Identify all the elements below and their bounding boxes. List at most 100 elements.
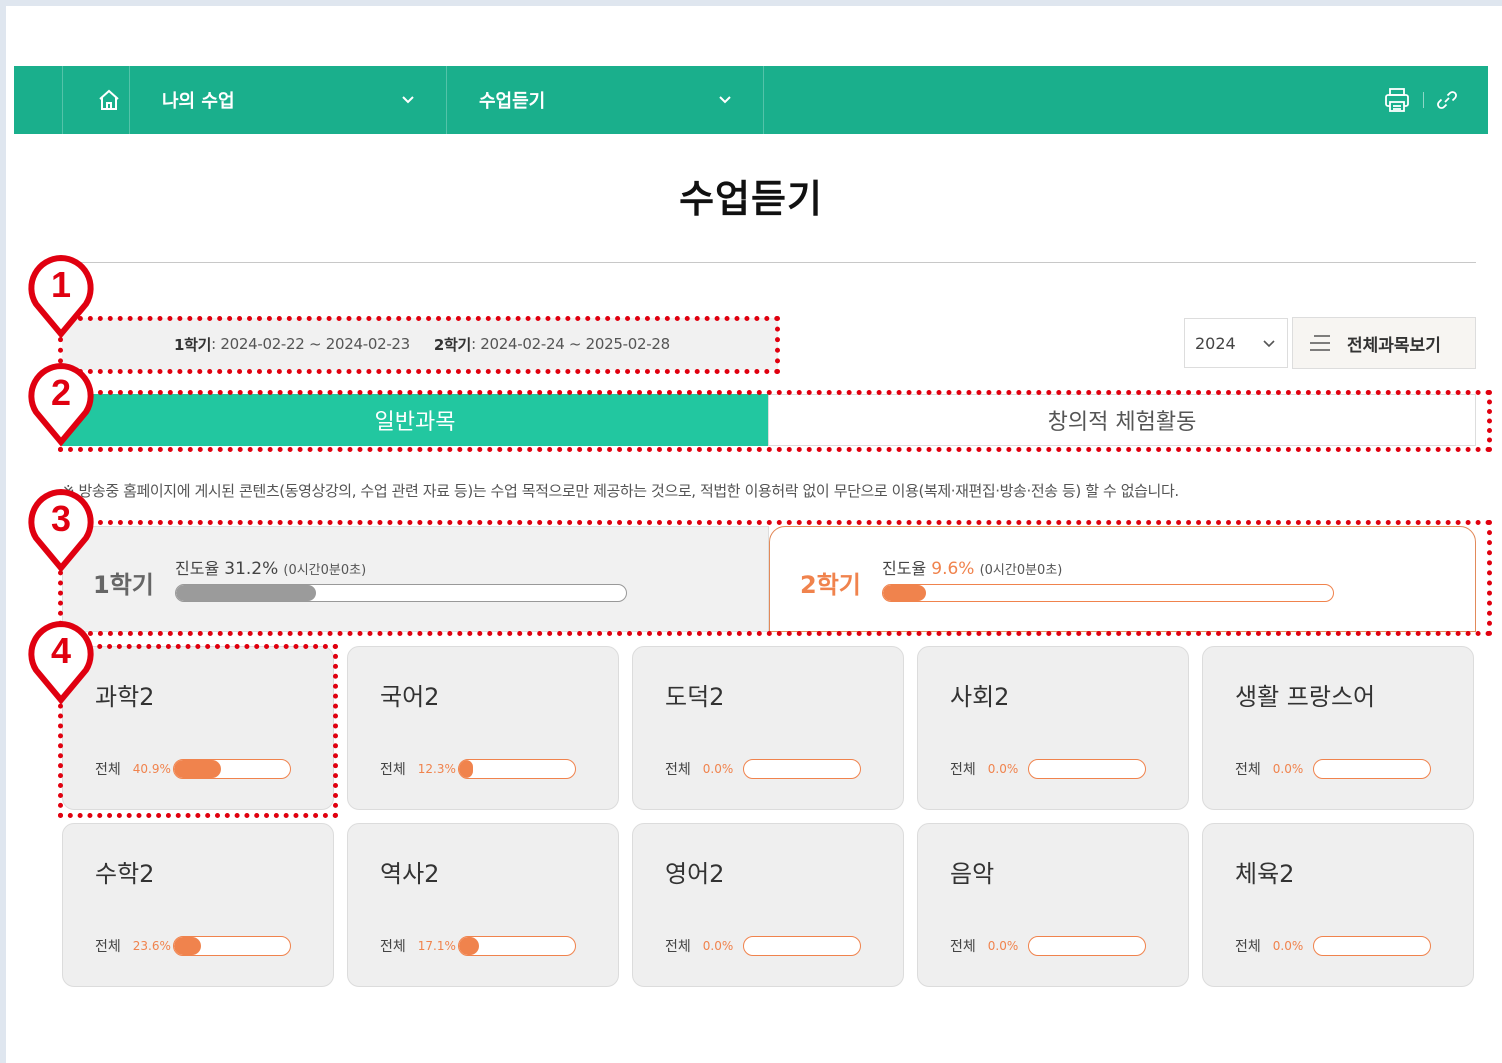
subject-name: 수학2 <box>95 860 155 888</box>
title-divider <box>62 262 1476 263</box>
subject-percent: 0.0% <box>987 939 1019 953</box>
year-select[interactable]: 2024 <box>1184 318 1288 368</box>
subject-progress-bar <box>172 759 291 779</box>
subject-percent: 0.0% <box>1272 762 1304 776</box>
progress-label: 진도율 <box>175 559 220 578</box>
print-icon[interactable] <box>1383 87 1411 113</box>
chevron-down-icon <box>1263 340 1275 348</box>
home-button[interactable] <box>76 66 142 134</box>
subject-name: 과학2 <box>95 683 155 711</box>
subject-progress-bar <box>1027 759 1146 779</box>
subject-name: 역사2 <box>380 860 440 888</box>
subject-card[interactable]: 영어2 전체 0.0% <box>632 823 904 987</box>
subject-progress-bar <box>742 936 861 956</box>
semester1-range: : 2024-02-22 ~ 2024-02-23 <box>211 335 410 353</box>
total-label: 전체 <box>950 762 976 778</box>
progress-percent: 31.2% <box>224 559 279 579</box>
my-class-dropdown[interactable]: 나의 수업 <box>162 66 418 134</box>
progress-info: 진도율 9.6% (0시간0분0초) <box>882 555 1062 579</box>
subject-percent: 0.0% <box>702 939 734 953</box>
subject-card[interactable]: 사회2 전체 0.0% <box>917 646 1189 810</box>
subject-progress-bar <box>1312 759 1431 779</box>
total-label: 전체 <box>380 762 406 778</box>
total-label: 전체 <box>1235 762 1261 778</box>
progress-time: (0시간0분0초) <box>283 563 367 578</box>
semester-label: 1학기 <box>93 571 154 599</box>
subject-card[interactable]: 수학2 전체 23.6% <box>62 823 334 987</box>
semester1-label: 1학기 <box>174 335 212 354</box>
subject-card[interactable]: 도덕2 전체 0.0% <box>632 646 904 810</box>
subject-name: 영어2 <box>665 860 725 888</box>
subject-progress-fill <box>173 937 202 955</box>
subject-progress-fill <box>458 760 474 778</box>
subject-name: 음악 <box>950 860 995 888</box>
subject-card[interactable]: 국어2 전체 12.3% <box>347 646 619 810</box>
semester2-label: 2학기 <box>433 335 472 354</box>
subject-card[interactable]: 생활 프랑스어 전체 0.0% <box>1202 646 1474 810</box>
subject-progress: 전체 12.3% <box>380 759 576 779</box>
subject-progress: 전체 0.0% <box>950 936 1146 956</box>
total-label: 전체 <box>950 939 976 955</box>
tab-general-subjects[interactable]: 일반과목 <box>62 394 768 446</box>
subject-percent: 17.1% <box>417 939 456 953</box>
subject-progress: 전체 0.0% <box>665 759 861 779</box>
subject-percent: 0.0% <box>987 762 1019 776</box>
total-label: 전체 <box>95 939 121 955</box>
copyright-notice: ※ 방송중 홈페이지에 게시된 콘텐츠(동영상강의, 수업 관련 자료 등)는 … <box>62 482 1179 500</box>
page-title: 수업듣기 <box>679 177 823 221</box>
home-icon <box>99 89 119 110</box>
subject-name: 생활 프랑스어 <box>1235 683 1376 711</box>
all-subjects-button[interactable]: 전체과목보기 <box>1292 317 1476 369</box>
subject-percent: 0.0% <box>1272 939 1304 953</box>
subject-progress-bar <box>172 936 291 956</box>
subject-percent: 40.9% <box>132 762 171 776</box>
subject-progress: 전체 0.0% <box>1235 936 1431 956</box>
total-label: 전체 <box>1235 939 1261 955</box>
nav-tools <box>1383 66 1458 134</box>
subject-progress-bar <box>742 759 861 779</box>
subject-progress-bar <box>457 759 576 779</box>
semester-dates: 1학기 : 2024-02-22 ~ 2024-02-23 2학기 : 2024… <box>62 318 778 370</box>
subject-percent: 0.0% <box>702 762 734 776</box>
subject-progress-bar <box>1027 936 1146 956</box>
subject-card[interactable]: 음악 전체 0.0% <box>917 823 1189 987</box>
chevron-down-icon <box>402 96 414 104</box>
progress-fill <box>176 585 317 601</box>
top-nav: 나의 수업 수업듣기 <box>14 66 1488 134</box>
total-label: 전체 <box>95 762 121 778</box>
subject-card[interactable]: 역사2 전체 17.1% <box>347 823 619 987</box>
subject-name: 체육2 <box>1235 860 1295 888</box>
subject-progress: 전체 23.6% <box>95 936 291 956</box>
my-class-label: 나의 수업 <box>162 91 235 112</box>
subject-progress-bar <box>457 936 576 956</box>
progress-bar <box>882 584 1334 602</box>
subject-progress-bar <box>1312 936 1431 956</box>
subject-card[interactable]: 체육2 전체 0.0% <box>1202 823 1474 987</box>
progress-label: 진도율 <box>882 559 927 578</box>
tab-creative-activities[interactable]: 창의적 체험활동 <box>768 394 1476 446</box>
total-label: 전체 <box>665 762 691 778</box>
subject-percent: 23.6% <box>132 939 171 953</box>
semester1-progress[interactable]: 1학기 진도율 31.2% (0시간0분0초) <box>62 526 769 632</box>
class-listen-label: 수업듣기 <box>479 91 546 112</box>
all-subjects-label: 전체과목보기 <box>1347 335 1441 356</box>
subject-progress: 전체 0.0% <box>950 759 1146 779</box>
class-listen-dropdown[interactable]: 수업듣기 <box>479 66 735 134</box>
total-label: 전체 <box>665 939 691 955</box>
progress-fill <box>883 585 927 601</box>
subject-name: 사회2 <box>950 683 1010 711</box>
tools-divider <box>1423 92 1424 108</box>
progress-info: 진도율 31.2% (0시간0분0초) <box>175 555 366 579</box>
subject-progress: 전체 0.0% <box>1235 759 1431 779</box>
progress-time: (0시간0분0초) <box>979 563 1063 578</box>
chevron-down-icon <box>719 96 731 104</box>
subject-progress: 전체 17.1% <box>380 936 576 956</box>
progress-percent: 9.6% <box>931 559 975 579</box>
link-icon[interactable] <box>1436 89 1458 111</box>
subject-tabs: 일반과목 창의적 체험활동 <box>62 394 1476 446</box>
semester2-progress[interactable]: 2학기 진도율 9.6% (0시간0분0초) <box>769 526 1476 632</box>
subject-card[interactable]: 과학2 전체 40.9% <box>62 646 334 810</box>
subject-percent: 12.3% <box>417 762 456 776</box>
progress-bar <box>175 584 627 602</box>
subject-progress-fill <box>458 937 479 955</box>
